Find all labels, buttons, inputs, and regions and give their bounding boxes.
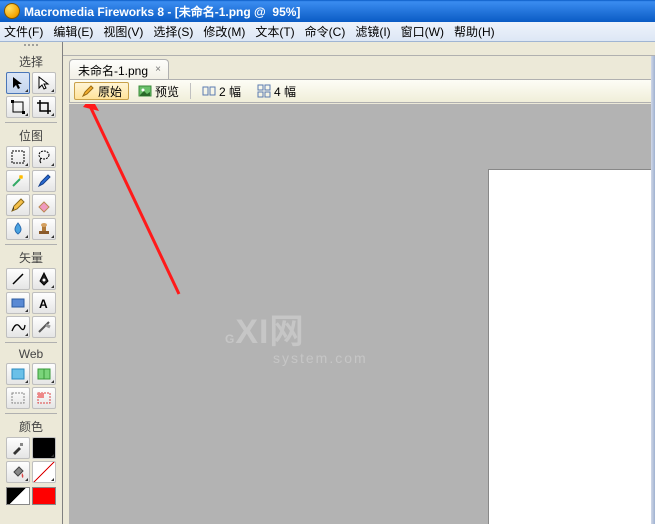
window-titlebar: Macromedia Fireworks 8 - [未命名-1.png @ 95… [0,0,655,22]
menu-help[interactable]: 帮助(H) [454,23,495,40]
canvas-viewport[interactable]: GXI网 system.com [69,104,655,524]
document-tabs: 未命名-1.png × [69,59,655,79]
line-tool[interactable] [6,268,30,290]
app-icon [4,3,20,19]
menu-commands[interactable]: 命令(C) [305,23,346,40]
paint-bucket-tool[interactable] [6,461,30,483]
magic-wand-tool[interactable] [6,170,30,192]
watermark-sub: system.com [225,350,368,366]
brush-tool[interactable] [32,170,56,192]
document-tab[interactable]: 未命名-1.png × [69,59,169,79]
lasso-tool[interactable] [32,146,56,168]
close-tab-icon[interactable]: × [152,63,164,75]
watermark: GXI网 system.com [225,300,368,366]
image-icon [138,84,152,98]
svg-text:A: A [39,297,48,311]
show-slices-tool[interactable] [32,387,56,409]
section-bitmap-label: 位图 [19,127,43,144]
slice-tool[interactable] [32,363,56,385]
tools-panel: 选择 位图 矢量 A Web [0,42,63,524]
view-preview-label: 预览 [155,83,179,100]
panel-strip [63,42,655,56]
view-original-button[interactable]: 原始 [74,82,129,100]
canvas-page[interactable] [489,170,655,524]
marquee-tool[interactable] [6,146,30,168]
watermark-g: G [225,332,235,346]
menu-select[interactable]: 选择(S) [153,23,193,40]
section-colors-label: 颜色 [19,418,43,435]
knife-tool[interactable] [32,316,56,338]
scale-tool[interactable] [6,96,30,118]
two-up-icon [202,84,216,98]
stroke-color-swatch[interactable] [32,437,56,459]
menu-modify[interactable]: 修改(M) [203,23,245,40]
crop-tool[interactable] [32,96,56,118]
window-title: Macromedia Fireworks 8 - [未命名-1.png @ 95… [24,3,300,20]
text-tool[interactable]: A [32,292,56,314]
swap-colors-button[interactable] [32,487,56,505]
view-preview-button[interactable]: 预览 [131,82,186,100]
menu-text[interactable]: 文本(T) [255,23,294,40]
section-web-label: Web [19,347,43,361]
menu-filters[interactable]: 滤镜(I) [355,23,390,40]
view-toolbar: 原始 预览 2 幅 4 幅 [69,79,655,103]
pencil-icon [81,84,95,98]
menu-view[interactable]: 视图(V) [103,23,143,40]
hotspot-tool[interactable] [6,363,30,385]
section-select-label: 选择 [19,53,43,70]
view-4up-label: 4 幅 [274,83,296,100]
view-2up-label: 2 幅 [219,83,241,100]
freeform-tool[interactable] [6,316,30,338]
view-original-label: 原始 [98,83,122,100]
view-2up-button[interactable]: 2 幅 [195,82,248,100]
pencil-tool[interactable] [6,194,30,216]
menu-window[interactable]: 窗口(W) [401,23,444,40]
vertical-scrollbar[interactable] [651,56,655,524]
menu-bar: 文件(F) 编辑(E) 视图(V) 选择(S) 修改(M) 文本(T) 命令(C… [0,22,655,42]
document-area: 未命名-1.png × 原始 预览 2 幅 [63,42,655,524]
rubber-stamp-tool[interactable] [32,218,56,240]
pen-tool[interactable] [32,268,56,290]
watermark-xi: XI [235,313,269,351]
section-vector-label: 矢量 [19,249,43,266]
watermark-cn: 网 [269,313,304,351]
default-colors-button[interactable] [6,487,30,505]
subselect-tool[interactable] [32,72,56,94]
eraser-tool[interactable] [32,194,56,216]
blur-tool[interactable] [6,218,30,240]
panel-grip[interactable] [3,44,59,50]
document-tab-label: 未命名-1.png [78,62,148,79]
view-4up-button[interactable]: 4 幅 [250,82,303,100]
fill-color-swatch[interactable] [32,461,56,483]
four-up-icon [257,84,271,98]
menu-edit[interactable]: 编辑(E) [53,23,93,40]
rectangle-tool[interactable] [6,292,30,314]
hide-slices-tool[interactable] [6,387,30,409]
eyedropper-stroke-tool[interactable] [6,437,30,459]
menu-file[interactable]: 文件(F) [4,23,43,40]
pointer-tool[interactable] [6,72,30,94]
